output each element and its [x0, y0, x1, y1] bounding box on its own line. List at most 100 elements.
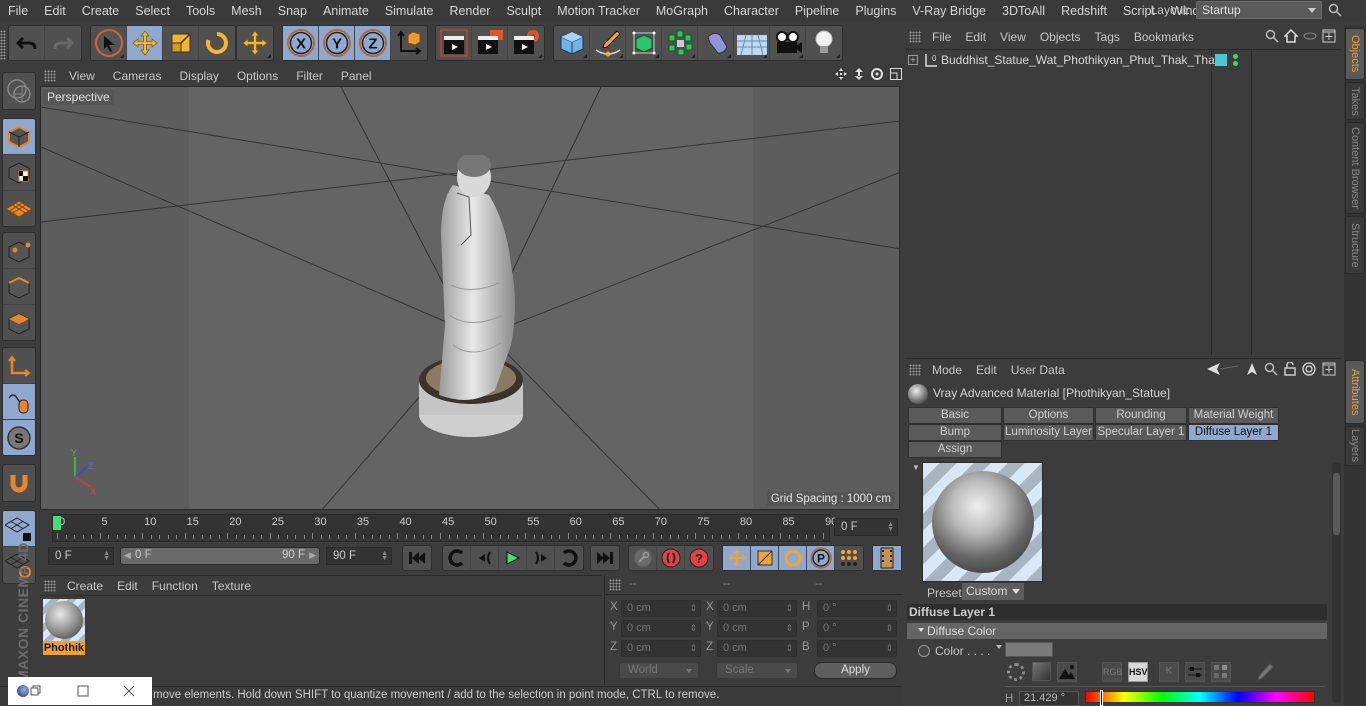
spectrum-icon[interactable] — [1032, 662, 1051, 681]
preset-dropdown[interactable]: Custom — [962, 583, 1024, 600]
tab-objects[interactable]: Objects — [1345, 28, 1365, 80]
enable-axis-button[interactable] — [3, 348, 35, 384]
menu-v-ray-bridge[interactable]: V-Ray Bridge — [904, 4, 994, 18]
coord-field[interactable]: 0 cm — [717, 620, 797, 637]
viewport-menu-options[interactable]: Options — [228, 69, 287, 83]
key-rotation-button[interactable] — [779, 546, 807, 570]
menu-plugins[interactable]: Plugins — [847, 4, 904, 18]
menu-select[interactable]: Select — [127, 4, 178, 18]
key-position-button[interactable] — [723, 546, 751, 570]
menu-pipeline[interactable]: Pipeline — [787, 4, 847, 18]
menu-simulate[interactable]: Simulate — [377, 4, 442, 18]
search-icon[interactable] — [1328, 3, 1342, 17]
perspective-viewport[interactable]: Perspective Y Z X Grid Spacing : 1000 cm — [40, 86, 900, 510]
attribute-scrollbar[interactable] — [1332, 463, 1341, 703]
coord-field[interactable]: 0 cm — [621, 620, 701, 637]
next-key-button[interactable] — [555, 546, 583, 570]
close-icon[interactable] — [123, 685, 135, 697]
deformer-button[interactable] — [698, 26, 734, 60]
kelvin-mode-button[interactable]: K — [1159, 662, 1179, 682]
snap-button[interactable]: S — [3, 420, 35, 455]
object-menu-edit[interactable]: Edit — [958, 30, 993, 44]
render-visibility-dot[interactable] — [1233, 61, 1238, 66]
hsv-mode-button[interactable]: HSV — [1128, 662, 1148, 682]
hue-slider-handle[interactable] — [1099, 690, 1103, 706]
menu-character[interactable]: Character — [716, 4, 787, 18]
menu-edit[interactable]: Edit — [36, 4, 74, 18]
tab-structure[interactable]: Structure — [1345, 216, 1365, 274]
attribute-menu-user-data[interactable]: User Data — [1004, 363, 1072, 377]
polygons-mode-button[interactable] — [3, 305, 35, 340]
tab-attributes[interactable]: Attributes — [1345, 360, 1365, 424]
eyedropper-icon[interactable] — [1255, 662, 1275, 682]
live-selection-button[interactable] — [91, 26, 127, 60]
next-frame-button[interactable] — [527, 546, 555, 570]
tab-options[interactable]: Options — [1003, 407, 1094, 424]
coordinate-system-button[interactable] — [391, 26, 427, 60]
cloner-button[interactable] — [662, 26, 698, 60]
subsection-diffuse-color[interactable]: Diffuse Color — [907, 623, 1327, 639]
points-mode-button[interactable] — [3, 233, 35, 269]
render-picture-viewer-button[interactable] — [472, 26, 508, 60]
material-menu-edit[interactable]: Edit — [110, 579, 145, 593]
viewport-menu-panel[interactable]: Panel — [332, 69, 381, 83]
menu-tools[interactable]: Tools — [178, 4, 223, 18]
coord-field[interactable]: 0 cm — [717, 640, 797, 657]
pan-icon[interactable] — [834, 67, 848, 81]
tab-basic[interactable]: Basic — [908, 407, 1002, 424]
menu-file[interactable]: File — [0, 4, 36, 18]
scale-tool-button[interactable] — [163, 26, 199, 60]
menu-sculpt[interactable]: Sculpt — [498, 4, 549, 18]
material-menu-create[interactable]: Create — [60, 579, 110, 593]
animate-radio[interactable] — [918, 645, 930, 657]
object-menu-tags[interactable]: Tags — [1088, 30, 1127, 44]
autokey-button[interactable] — [657, 546, 685, 570]
object-name[interactable]: Buddhist_Statue_Wat_Phothikyan_Phut_Thak… — [941, 53, 1225, 67]
goto-start-button[interactable] — [403, 546, 431, 570]
coord-field[interactable]: 0 cm — [717, 600, 797, 617]
lock-icon[interactable] — [1284, 362, 1296, 376]
object-grip[interactable] — [909, 30, 921, 43]
frame-range-slider[interactable]: ◀ 0 F 90 F ▶ — [120, 547, 320, 565]
viewport-menu-view[interactable]: View — [60, 69, 104, 83]
end-frame-field[interactable]: 90 F ▲ ▼ — [326, 547, 392, 565]
range-right-arrow[interactable]: ▶ — [309, 550, 316, 561]
move-tool-button[interactable] — [127, 26, 163, 60]
workplane-mode-button[interactable] — [3, 191, 35, 226]
rgb-mode-button[interactable]: RGB — [1102, 662, 1123, 682]
new-panel-icon[interactable] — [1322, 29, 1336, 43]
menu-render[interactable]: Render — [441, 4, 498, 18]
start-frame-field[interactable]: 0 F ▲ ▼ — [48, 547, 114, 565]
viewport-grip[interactable] — [44, 70, 56, 82]
object-menu-file[interactable]: File — [925, 30, 958, 44]
orbit-icon[interactable] — [870, 67, 884, 81]
target-icon[interactable] — [1302, 362, 1316, 376]
viewport-menu-display[interactable]: Display — [170, 69, 227, 83]
color-options-arrow[interactable] — [996, 645, 1002, 652]
menu-create[interactable]: Create — [74, 4, 128, 18]
search-icon[interactable] — [1265, 29, 1279, 43]
menu-mograph[interactable]: MoGraph — [648, 4, 716, 18]
coordinate-mode-select[interactable]: World — [619, 662, 699, 679]
current-frame-field[interactable]: 0 F ▲ ▼ — [834, 518, 898, 536]
prev-key-button[interactable] — [443, 546, 471, 570]
texture-mode-button[interactable] — [3, 155, 35, 191]
expand-icon[interactable]: + — [908, 55, 918, 65]
coord-field[interactable]: 0 ° — [817, 640, 897, 657]
x-axis-button[interactable]: X — [283, 26, 319, 60]
camera-button[interactable] — [770, 26, 806, 60]
maximize-icon[interactable] — [77, 685, 89, 697]
subdivision-button[interactable] — [626, 26, 662, 60]
attribute-menu-edit[interactable]: Edit — [969, 363, 1004, 377]
object-menu-view[interactable]: View — [993, 30, 1033, 44]
z-axis-button[interactable]: Z — [355, 26, 391, 60]
hue-slider[interactable] — [1085, 690, 1315, 706]
object-menu-bookmarks[interactable]: Bookmarks — [1127, 30, 1201, 44]
menu-snap[interactable]: Snap — [270, 4, 315, 18]
prev-frame-button[interactable] — [471, 546, 499, 570]
range-left-arrow[interactable]: ◀ — [124, 550, 131, 561]
tab-assign[interactable]: Assign — [908, 441, 1002, 458]
material-menu-function[interactable]: Function — [145, 579, 205, 593]
up-arrow-icon[interactable] — [1246, 362, 1258, 376]
tab-layers[interactable]: Layers — [1345, 426, 1365, 466]
